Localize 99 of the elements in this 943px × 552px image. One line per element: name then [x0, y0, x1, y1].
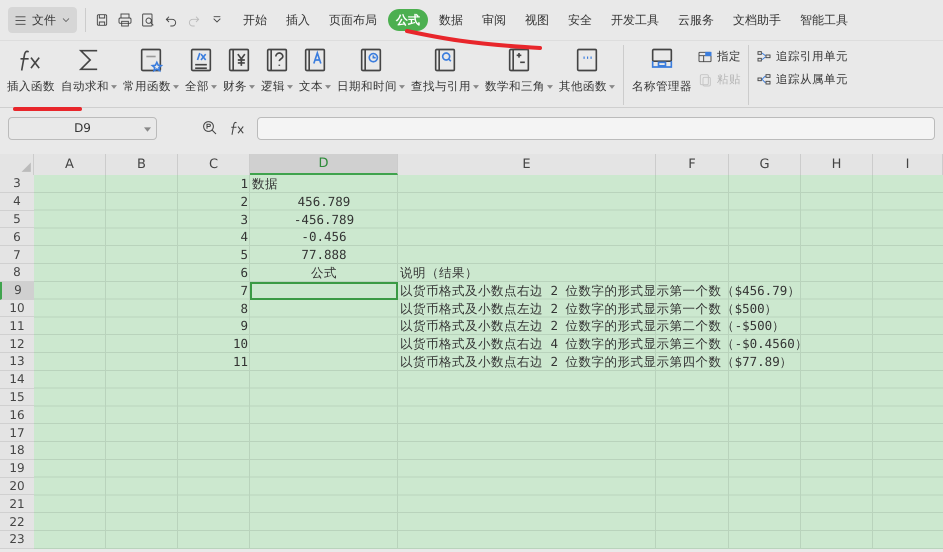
- table-cell-text: -0.456: [300, 228, 348, 246]
- table-cell-text: 以货币格式及小数点左边 2 位数字的形式显示第一个数（$500）: [399, 300, 779, 318]
- table-cell-text: 3: [239, 210, 249, 228]
- paste-icon: [697, 72, 713, 88]
- table-cell-text: 2: [239, 192, 249, 211]
- ribbon-tab[interactable]: 视图: [517, 9, 557, 31]
- table-cell-text: 1: [239, 175, 249, 193]
- table-cell-text: 10: [232, 335, 249, 353]
- ribbon-tab[interactable]: 安全: [560, 9, 600, 31]
- ribbon-button[interactable]: 插入函数: [4, 43, 58, 98]
- caret-icon: [609, 84, 615, 89]
- row-header[interactable]: 10: [0, 300, 34, 318]
- caret-icon: [111, 84, 117, 89]
- ribbon-button[interactable]: 其他函数: [556, 43, 618, 98]
- annotation-stroke: [13, 107, 82, 111]
- ribbon-button[interactable]: 追踪引用单元: [754, 48, 850, 66]
- table-cell-text: 数据: [251, 175, 279, 193]
- row-header[interactable]: 8: [0, 264, 34, 282]
- ribbon-button[interactable]: 数学和三角: [482, 43, 556, 98]
- table-cell-text: 以货币格式及小数点右边 2 位数字的形式显示第四个数（$77.89）: [399, 352, 794, 371]
- table-cell-text: 5: [239, 246, 249, 264]
- row-header[interactable]: 12: [0, 335, 34, 353]
- ribbon-tab[interactable]: 插入: [278, 9, 318, 31]
- caret-icon: [287, 84, 293, 89]
- name-box[interactable]: D9: [8, 116, 157, 140]
- caret-icon: [399, 84, 405, 89]
- row-header[interactable]: 15: [0, 388, 34, 406]
- ribbon-tab[interactable]: 智能工具: [792, 9, 856, 31]
- ribbon-button[interactable]: 逻辑: [258, 43, 296, 98]
- table-cell-text: -456.789: [292, 210, 356, 228]
- column-header[interactable]: G: [729, 154, 801, 175]
- caret-icon: [144, 126, 151, 132]
- table-cell-text: 以货币格式及小数点左边 2 位数字的形式显示第二个数（-$500）: [399, 317, 786, 336]
- ribbon-tab[interactable]: 云服务: [670, 9, 722, 31]
- active-cell[interactable]: [250, 282, 398, 300]
- column-header[interactable]: B: [106, 154, 178, 175]
- row-header[interactable]: 18: [0, 442, 34, 460]
- ribbon-button[interactable]: 自动求和: [58, 43, 120, 98]
- row-header[interactable]: 23: [0, 530, 34, 549]
- ribbon-button[interactable]: 财务: [220, 43, 258, 98]
- ribbon-button[interactable]: 追踪从属单元: [754, 71, 850, 88]
- row-header[interactable]: 17: [0, 424, 34, 442]
- file-menu-button[interactable]: 文件: [8, 7, 77, 33]
- table-cell-text: 说明（结果）: [399, 264, 479, 282]
- row-header[interactable]: 14: [0, 370, 34, 389]
- table-cell-text: 6: [239, 264, 249, 282]
- print-preview-icon: [140, 12, 156, 28]
- column-header[interactable]: C: [178, 154, 250, 175]
- column-header[interactable]: F: [656, 154, 729, 175]
- column-header[interactable]: I: [873, 154, 943, 175]
- zoom-icon: [201, 119, 219, 137]
- caret-icon: [173, 84, 179, 89]
- ribbon-tab[interactable]: 页面布局: [321, 9, 385, 31]
- print-icon: [117, 12, 133, 28]
- ribbon-tab[interactable]: 审阅: [474, 9, 514, 31]
- column-header[interactable]: A: [34, 154, 106, 175]
- caret-icon: [249, 84, 255, 89]
- column-header[interactable]: E: [398, 154, 656, 175]
- ribbon-button[interactable]: 指定: [695, 48, 743, 66]
- table-cell-text: 7: [239, 282, 249, 300]
- table-cell-text: 以货币格式及小数点右边 4 位数字的形式显示第三个数（-$0.4560）: [399, 335, 809, 353]
- row-header[interactable]: 13: [0, 352, 34, 371]
- row-header[interactable]: 5: [0, 210, 34, 228]
- ribbon-button[interactable]: 全部: [182, 43, 220, 98]
- ribbon-button[interactable]: 常用函数: [120, 43, 182, 98]
- table-cell-text: 9: [239, 317, 249, 336]
- caret-icon: [211, 84, 217, 89]
- table-cell-text: 11: [232, 352, 249, 371]
- row-header[interactable]: 19: [0, 460, 34, 478]
- caret-icon: [325, 84, 331, 89]
- ribbon-tab[interactable]: 文档助手: [725, 9, 789, 31]
- table-cell-text: 456.789: [296, 192, 352, 211]
- ribbon-tab[interactable]: 开始: [235, 9, 275, 31]
- ribbon-button[interactable]: 文本: [296, 43, 334, 98]
- row-header[interactable]: 4: [0, 192, 34, 211]
- row-header[interactable]: 20: [0, 478, 34, 496]
- table-cell-text: 4: [239, 228, 249, 246]
- ribbon-button[interactable]: 名称管理器: [629, 43, 695, 98]
- ribbon-button[interactable]: 日期和时间: [334, 43, 408, 98]
- row-header[interactable]: 22: [0, 513, 34, 531]
- row-header[interactable]: 9: [0, 282, 34, 300]
- table-cell-text: 以货币格式及小数点右边 2 位数字的形式显示第一个数（$456.79）: [399, 282, 802, 300]
- row-header[interactable]: 3: [0, 175, 34, 193]
- row-header[interactable]: 6: [0, 228, 34, 246]
- caret-icon: [547, 84, 553, 89]
- ribbon-tab[interactable]: 数据: [431, 9, 471, 31]
- save-icon: [94, 12, 110, 28]
- row-header[interactable]: 21: [0, 495, 34, 514]
- ribbon-tab[interactable]: 开发工具: [603, 9, 667, 31]
- table-cell-text: 公式: [310, 264, 338, 282]
- ribbon-button[interactable]: 查找与引用: [408, 43, 482, 98]
- row-header[interactable]: 11: [0, 317, 34, 336]
- caret-icon: [473, 84, 479, 89]
- row-header[interactable]: 7: [0, 246, 34, 264]
- table-cell-text: 8: [239, 300, 249, 318]
- column-header[interactable]: H: [801, 154, 873, 175]
- formula-field[interactable]: [257, 116, 935, 140]
- table-cell-text: 77.888: [300, 246, 348, 264]
- row-header[interactable]: 16: [0, 406, 34, 424]
